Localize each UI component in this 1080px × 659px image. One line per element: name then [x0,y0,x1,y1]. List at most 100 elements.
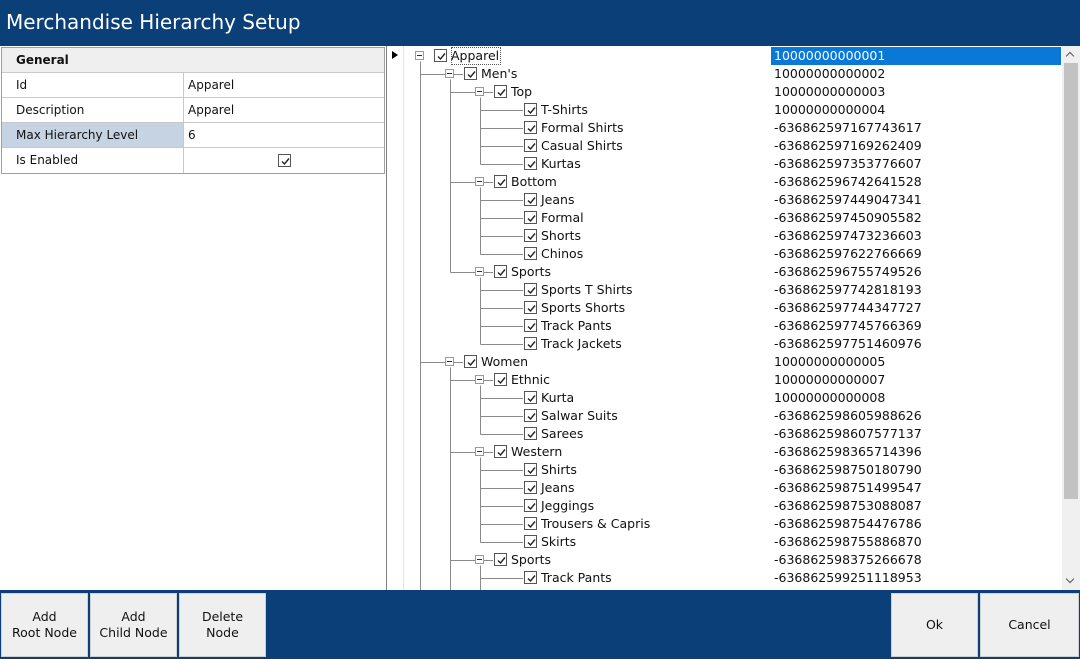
cancel-button[interactable]: Cancel [980,593,1079,657]
property-category-general[interactable]: General [2,48,384,73]
tree-node-code[interactable]: -636862598375266678 [771,551,1061,569]
property-value-is-enabled[interactable] [184,148,384,173]
tree-node-code[interactable]: 10000000000008 [771,389,1061,407]
tree-node-code[interactable]: -636862598365714396 [771,443,1061,461]
tree-row[interactable]: Shirts -636862598750180790 [387,461,1062,479]
checkbox-checked-icon[interactable] [524,535,537,548]
tree-node-label[interactable]: Shirts [541,461,577,479]
tree-node-code[interactable]: 10000000000002 [771,65,1061,83]
collapse-minus-icon[interactable] [475,177,484,186]
scroll-up-arrow-icon[interactable] [1062,46,1080,63]
checkbox-checked-icon[interactable] [524,139,537,152]
tree-node-code[interactable]: -636862597169262409 [771,137,1061,155]
checkbox-checked-icon[interactable] [524,193,537,206]
tree-node-label[interactable]: Salwar Suits [541,407,618,425]
tree-row[interactable]: Sports T Shirts -636862597742818193 [387,281,1062,299]
tree-node-label[interactable]: Formal [541,209,584,227]
tree-row[interactable]: Men's 10000000000002 [387,65,1062,83]
tree-node-code[interactable]: -636862597745766369 [771,317,1061,335]
property-row-description[interactable]: Description Apparel [2,98,384,123]
tree-node-code[interactable]: -636862598750180790 [771,461,1061,479]
tree-node-code[interactable]: -636862597742818193 [771,281,1061,299]
tree-row[interactable]: Jeans -636862597449047341 [387,191,1062,209]
tree-row[interactable]: Skirts -636862598755886870 [387,533,1062,551]
checkbox-checked-icon[interactable] [494,175,507,188]
checkbox-checked-icon[interactable] [524,481,537,494]
tree-node-code[interactable]: -636862598755886870 [771,533,1061,551]
tree-node-code[interactable]: -636862597622766669 [771,245,1061,263]
tree-node-code[interactable]: -636862597744347727 [771,299,1061,317]
tree-node-label[interactable]: Casual Shirts [541,137,623,155]
tree-node-label[interactable]: Ethnic [511,371,550,389]
tree-row[interactable]: T-Shirts 10000000000004 [387,101,1062,119]
collapse-minus-icon[interactable] [475,87,484,96]
tree-node-label[interactable]: Track Pants [541,317,612,335]
tree-node-code[interactable]: -636862598605988626 [771,407,1061,425]
tree-row[interactable]: Track Pants -636862597745766369 [387,317,1062,335]
checkbox-checked-icon[interactable] [524,391,537,404]
tree-node-label[interactable]: Skirts [541,533,576,551]
tree-row[interactable]: Salwar Suits -636862598605988626 [387,407,1062,425]
tree-row[interactable]: Sports Shorts -636862597744347727 [387,299,1062,317]
property-value-max-hierarchy-level[interactable]: 6 [184,123,384,147]
tree-node-label[interactable]: Sports [511,263,551,281]
checkbox-checked-icon[interactable] [524,499,537,512]
tree-node-label[interactable]: Chinos [541,245,583,263]
checkbox-checked-icon[interactable] [434,49,447,62]
checkbox-checked-icon[interactable] [524,301,537,314]
tree-node-label[interactable]: Shorts [541,227,581,245]
tree-row[interactable]: Sarees -636862598607577137 [387,425,1062,443]
tree-node-label[interactable]: Jeans [541,191,574,209]
tree-node-label[interactable]: Western [511,443,562,461]
tree-node-code[interactable]: -636862596742641528 [771,173,1061,191]
tree-node-label[interactable]: Women [481,353,528,371]
checkbox-checked-icon[interactable] [277,154,291,167]
tree-node-label[interactable]: Formal Shirts [541,119,623,137]
tree-row[interactable]: Chinos -636862597622766669 [387,245,1062,263]
tree-row[interactable]: Sports -636862596755749526 [387,263,1062,281]
tree-node-code[interactable]: 10000000000003 [771,83,1061,101]
tree-node-code[interactable]: -636862596755749526 [771,263,1061,281]
checkbox-checked-icon[interactable] [524,157,537,170]
tree-row[interactable]: Kurtas -636862597353776607 [387,155,1062,173]
tree-node-code[interactable]: 10000000000001 [771,47,1061,65]
checkbox-checked-icon[interactable] [524,121,537,134]
scroll-thumb[interactable] [1064,63,1078,499]
property-row-max-hierarchy-level[interactable]: Max Hierarchy Level 6 [2,123,384,148]
checkbox-checked-icon[interactable] [524,571,537,584]
tree-node-code[interactable]: -636862597449047341 [771,191,1061,209]
tree-node-code[interactable]: -636862597450905582 [771,209,1061,227]
tree-row[interactable]: Jeggings -636862598753088087 [387,497,1062,515]
tree-node-label[interactable]: Bottom [511,173,557,191]
property-row-is-enabled[interactable]: Is Enabled [2,148,384,173]
scroll-down-arrow-icon[interactable] [1062,573,1080,590]
checkbox-checked-icon[interactable] [524,229,537,242]
tree-node-label[interactable]: Track Jackets [541,335,622,353]
tree-node-label[interactable]: Top [511,83,532,101]
tree-node-label[interactable]: Sports T Shirts [541,281,633,299]
tree-node-label[interactable]: Sports Shorts [541,299,625,317]
vertical-scrollbar[interactable] [1062,46,1080,590]
tree-row[interactable]: Sports -636862598375266678 [387,551,1062,569]
tree-node-label[interactable]: Apparel [451,47,502,65]
collapse-minus-icon[interactable] [475,375,484,384]
checkbox-checked-icon[interactable] [524,283,537,296]
checkbox-checked-icon[interactable] [494,445,507,458]
hierarchy-tree[interactable]: Apparel 10000000000001 Men's 10000000000002… [387,46,1080,590]
checkbox-checked-icon[interactable] [494,85,507,98]
tree-row[interactable]: Formal -636862597450905582 [387,209,1062,227]
tree-row[interactable]: Trousers & Capris -636862598754476786 [387,515,1062,533]
tree-row[interactable]: Top 10000000000003 [387,83,1062,101]
tree-node-code[interactable]: -636862598607577137 [771,425,1061,443]
checkbox-checked-icon[interactable] [524,409,537,422]
checkbox-checked-icon[interactable] [524,247,537,260]
checkbox-checked-icon[interactable] [494,553,507,566]
tree-node-code[interactable]: -636862597167743617 [771,119,1061,137]
collapse-minus-icon[interactable] [415,51,424,60]
collapse-minus-icon[interactable] [475,447,484,456]
tree-node-code[interactable]: -636862597353776607 [771,155,1061,173]
checkbox-checked-icon[interactable] [524,211,537,224]
tree-node-label[interactable]: Track Pants [541,569,612,587]
tree-row[interactable]: Track Pants -636862599251118953 [387,569,1062,587]
tree-node-code[interactable]: -636862598751499547 [771,479,1061,497]
